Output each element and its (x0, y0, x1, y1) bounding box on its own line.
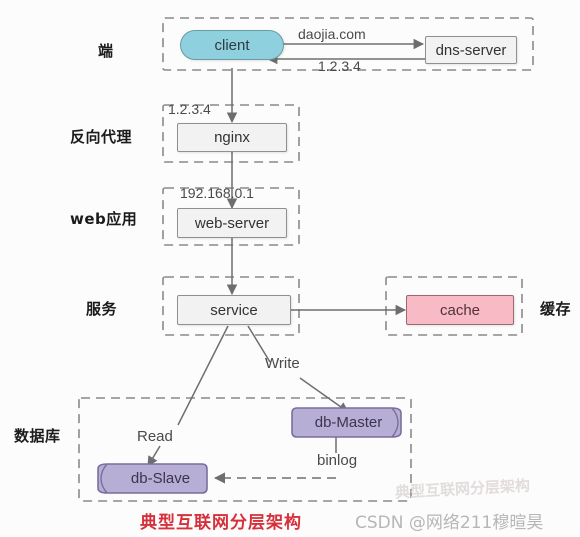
db-slave-label: db-Slave (130, 470, 191, 487)
node-web-server[interactable]: web-server (177, 208, 287, 238)
edge-label-nginx-to-web-server: 192.168.0.1 (180, 185, 254, 201)
node-cache[interactable]: cache (406, 295, 514, 325)
node-client[interactable]: client (180, 30, 284, 60)
diagram-connectors-layer (78, 17, 534, 502)
edge-label-write: Write (265, 355, 300, 372)
node-db-slave[interactable]: db-Slave (93, 463, 208, 494)
architecture-diagram: 端 反向代理 web应用 服务 缓存 数据库 client dns-server… (0, 0, 580, 537)
node-nginx[interactable]: nginx (177, 123, 287, 152)
tier-label-reverse-proxy: 反向代理 (70, 128, 133, 146)
edge-label-dns-query: daojia.com (298, 26, 366, 42)
edge-label-client-to-nginx: 1.2.3.4 (168, 101, 211, 117)
csdn-watermark: CSDN @网络211穆暄昊 (355, 513, 544, 533)
db-master-label: db-Master (314, 414, 383, 431)
tier-label-cache: 缓存 (540, 300, 572, 318)
node-service[interactable]: service (177, 295, 291, 325)
node-db-master[interactable]: db-Master (291, 407, 406, 438)
edge-label-read: Read (137, 428, 173, 445)
node-dns-server[interactable]: dns-server (425, 36, 517, 64)
diagram-caption: 典型互联网分层架构 (140, 513, 302, 533)
tier-label-service: 服务 (86, 300, 118, 318)
tier-label-database: 数据库 (14, 427, 61, 445)
tier-label-client: 端 (98, 42, 114, 60)
tier-label-web-app: web应用 (70, 210, 138, 228)
edge-label-binlog: binlog (317, 452, 358, 469)
connector-service-read (177, 325, 229, 426)
edge-label-dns-reply: 1.2.3.4 (318, 58, 361, 74)
